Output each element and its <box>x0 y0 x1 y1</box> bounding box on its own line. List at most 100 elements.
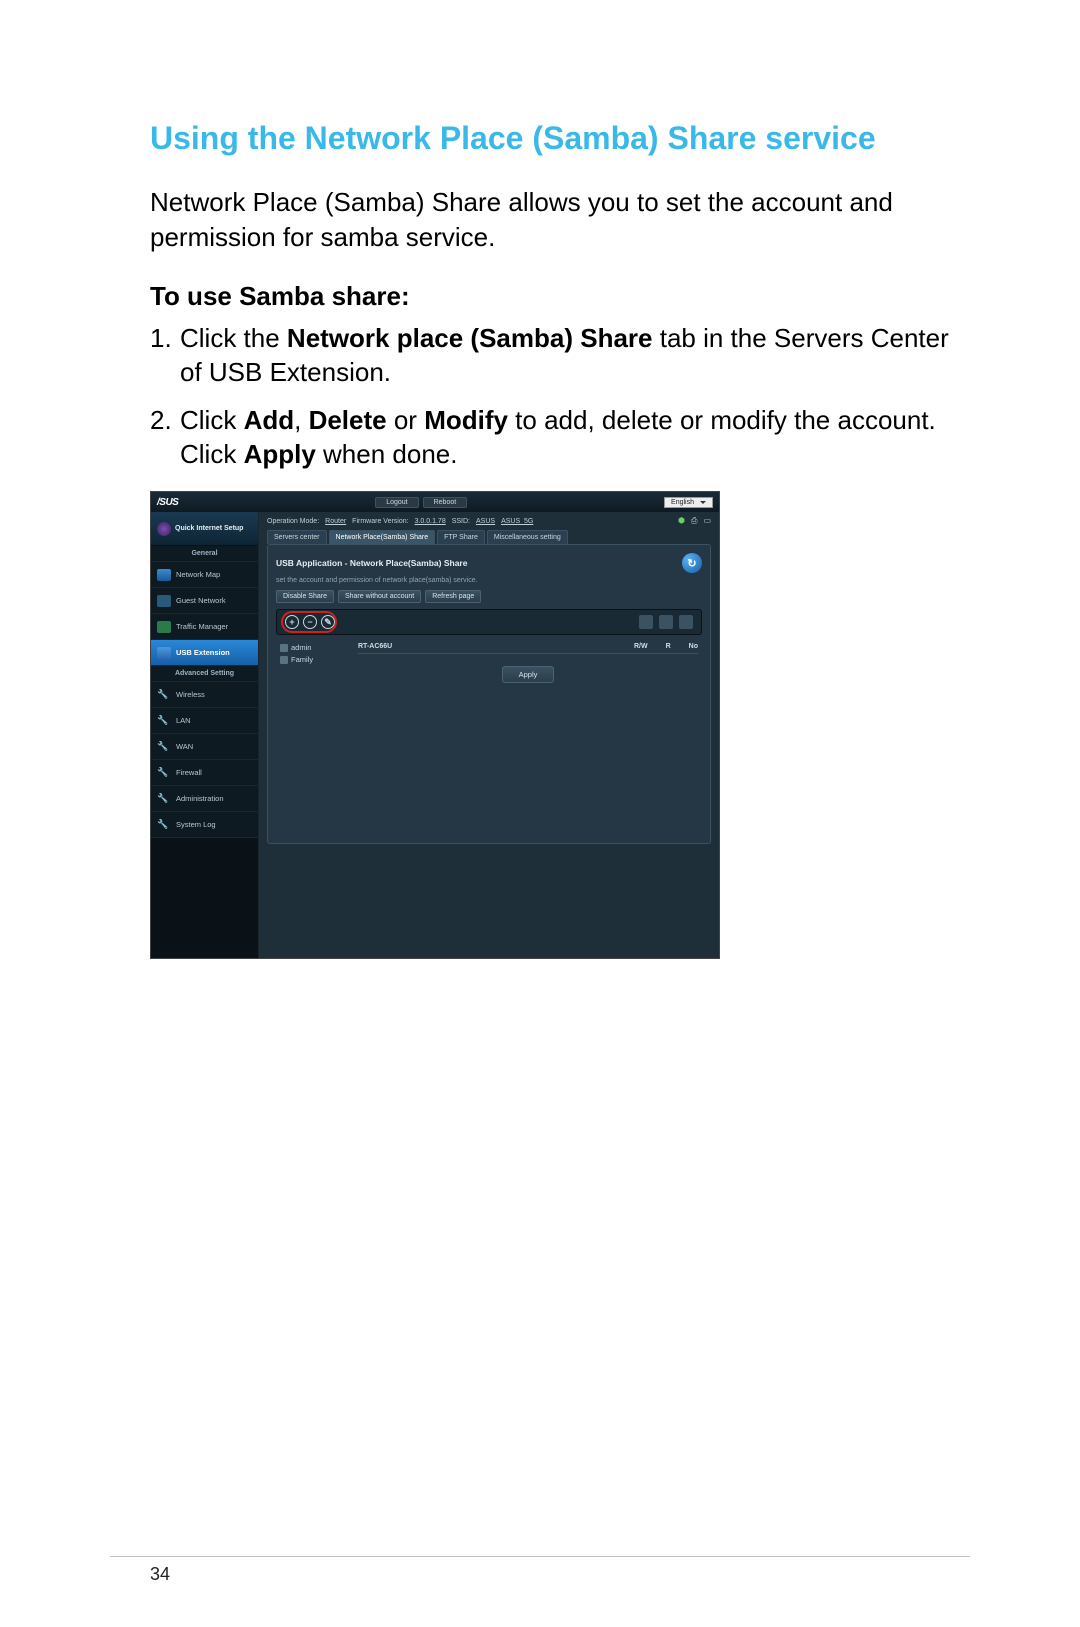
bold: Apply <box>244 439 316 469</box>
ssid-value[interactable]: ASUS <box>476 518 495 525</box>
step-text: Click the Network place (Samba) Share ta… <box>180 322 970 390</box>
step-1: 1. Click the Network place (Samba) Share… <box>150 322 970 390</box>
text: when done. <box>316 439 458 469</box>
panel: USB Application - Network Place(Samba) S… <box>267 544 711 844</box>
nav-label: Traffic Manager <box>176 622 228 631</box>
panel-description: set the account and permission of networ… <box>276 577 702 584</box>
nav-firewall[interactable]: Firewall <box>151 760 258 786</box>
opmode-label: Operation Mode: <box>267 518 319 525</box>
tool-icon[interactable] <box>659 615 673 629</box>
tab-misc[interactable]: Miscellaneous setting <box>487 530 568 544</box>
info-bar: Operation Mode: Router Firmware Version:… <box>259 512 719 530</box>
step-number: 1. <box>150 322 180 390</box>
share-without-account-button[interactable]: Share without account <box>338 590 421 603</box>
nav-label: Wireless <box>176 690 205 699</box>
help-icon[interactable]: ↻ <box>682 553 702 573</box>
wrench-icon <box>157 793 171 805</box>
device-icon[interactable]: ▭ <box>703 516 711 526</box>
usb-icon <box>157 647 171 659</box>
rw-header: R/W <box>634 643 648 650</box>
nav-system-log[interactable]: System Log <box>151 812 258 838</box>
tab-ftp-share[interactable]: FTP Share <box>437 530 485 544</box>
fw-label: Firmware Version: <box>352 518 408 525</box>
ssid-value-5g[interactable]: ASUS_5G <box>501 518 533 525</box>
account-toolbar: + − ✎ <box>276 609 702 635</box>
folder-icon <box>280 656 288 664</box>
printer-icon[interactable]: ⎙ <box>691 516 697 526</box>
nav-usb-extension[interactable]: USB Extension <box>151 640 258 666</box>
traffic-icon <box>157 621 171 633</box>
bold: Add <box>244 405 295 435</box>
nav-label: Guest Network <box>176 596 226 605</box>
fw-value[interactable]: 3.0.0.1.78 <box>415 518 446 525</box>
nav-guest-network[interactable]: Guest Network <box>151 588 258 614</box>
text: Click the <box>180 323 287 353</box>
user-name: Family <box>291 655 313 664</box>
wrench-icon <box>157 715 171 727</box>
tool-icon[interactable] <box>679 615 693 629</box>
reboot-button[interactable]: Reboot <box>423 497 468 508</box>
ssid-label: SSID: <box>452 518 470 525</box>
page-number: 34 <box>150 1564 170 1585</box>
usb-status-icon[interactable]: ⬢ <box>678 516 685 526</box>
nav-label: Network Map <box>176 570 220 579</box>
permission-table: RT-AC66U R/W R No Apply <box>358 643 698 679</box>
logout-button[interactable]: Logout <box>375 497 418 508</box>
user-admin[interactable]: admin <box>280 643 350 652</box>
text: Click <box>180 405 244 435</box>
bold: Delete <box>309 405 387 435</box>
highlight-annotation <box>281 611 337 633</box>
section-title: Using the Network Place (Samba) Share se… <box>150 120 970 157</box>
apply-button[interactable]: Apply <box>502 666 555 683</box>
tab-samba-share[interactable]: Network Place(Samba) Share <box>329 530 436 544</box>
main-content: Operation Mode: Router Firmware Version:… <box>259 512 719 958</box>
r-header: R <box>666 643 671 650</box>
opmode-value[interactable]: Router <box>325 518 346 525</box>
footer-separator <box>110 1556 970 1557</box>
nav-wireless[interactable]: Wireless <box>151 682 258 708</box>
qis-label: Quick Internet Setup <box>175 525 243 533</box>
tool-icon[interactable] <box>639 615 653 629</box>
disable-share-button[interactable]: Disable Share <box>276 590 334 603</box>
chevron-down-icon <box>700 501 706 504</box>
router-screenshot: /SUS Logout Reboot English Quick Interne… <box>150 491 720 959</box>
guest-icon <box>157 595 171 607</box>
network-map-icon <box>157 569 171 581</box>
wrench-icon <box>157 819 171 831</box>
wrench-icon <box>157 689 171 701</box>
nav-label: WAN <box>176 742 193 751</box>
language-label: English <box>671 499 694 506</box>
intro-paragraph: Network Place (Samba) Share allows you t… <box>150 185 970 255</box>
nav-administration[interactable]: Administration <box>151 786 258 812</box>
sidebar: Quick Internet Setup General Network Map… <box>151 512 259 958</box>
device-header: RT-AC66U <box>358 643 616 650</box>
nav-network-map[interactable]: Network Map <box>151 562 258 588</box>
tab-servers-center[interactable]: Servers center <box>267 530 327 544</box>
nav-wan[interactable]: WAN <box>151 734 258 760</box>
language-select[interactable]: English <box>664 497 713 508</box>
nav-label: Firewall <box>176 768 202 777</box>
bold: Modify <box>424 405 508 435</box>
wrench-icon <box>157 767 171 779</box>
text: , <box>294 405 308 435</box>
user-family[interactable]: Family <box>280 655 350 664</box>
no-header: No <box>689 643 698 650</box>
quick-internet-setup[interactable]: Quick Internet Setup <box>151 512 258 546</box>
user-list: admin Family <box>280 643 350 679</box>
nav-lan[interactable]: LAN <box>151 708 258 734</box>
step-2: 2. Click Add, Delete or Modify to add, d… <box>150 404 970 472</box>
panel-title: USB Application - Network Place(Samba) S… <box>276 558 467 568</box>
section-general: General <box>151 546 258 562</box>
wrench-icon <box>157 741 171 753</box>
header-bar: /SUS Logout Reboot English <box>151 492 719 512</box>
bold: Network place (Samba) Share <box>287 323 653 353</box>
brand-logo: /SUS <box>157 497 178 508</box>
step-number: 2. <box>150 404 180 472</box>
user-name: admin <box>291 643 311 652</box>
nav-label: LAN <box>176 716 191 725</box>
nav-traffic-manager[interactable]: Traffic Manager <box>151 614 258 640</box>
nav-label: Administration <box>176 794 224 803</box>
refresh-page-button[interactable]: Refresh page <box>425 590 481 603</box>
tabs: Servers center Network Place(Samba) Shar… <box>259 530 719 544</box>
step-list: 1. Click the Network place (Samba) Share… <box>150 322 970 471</box>
